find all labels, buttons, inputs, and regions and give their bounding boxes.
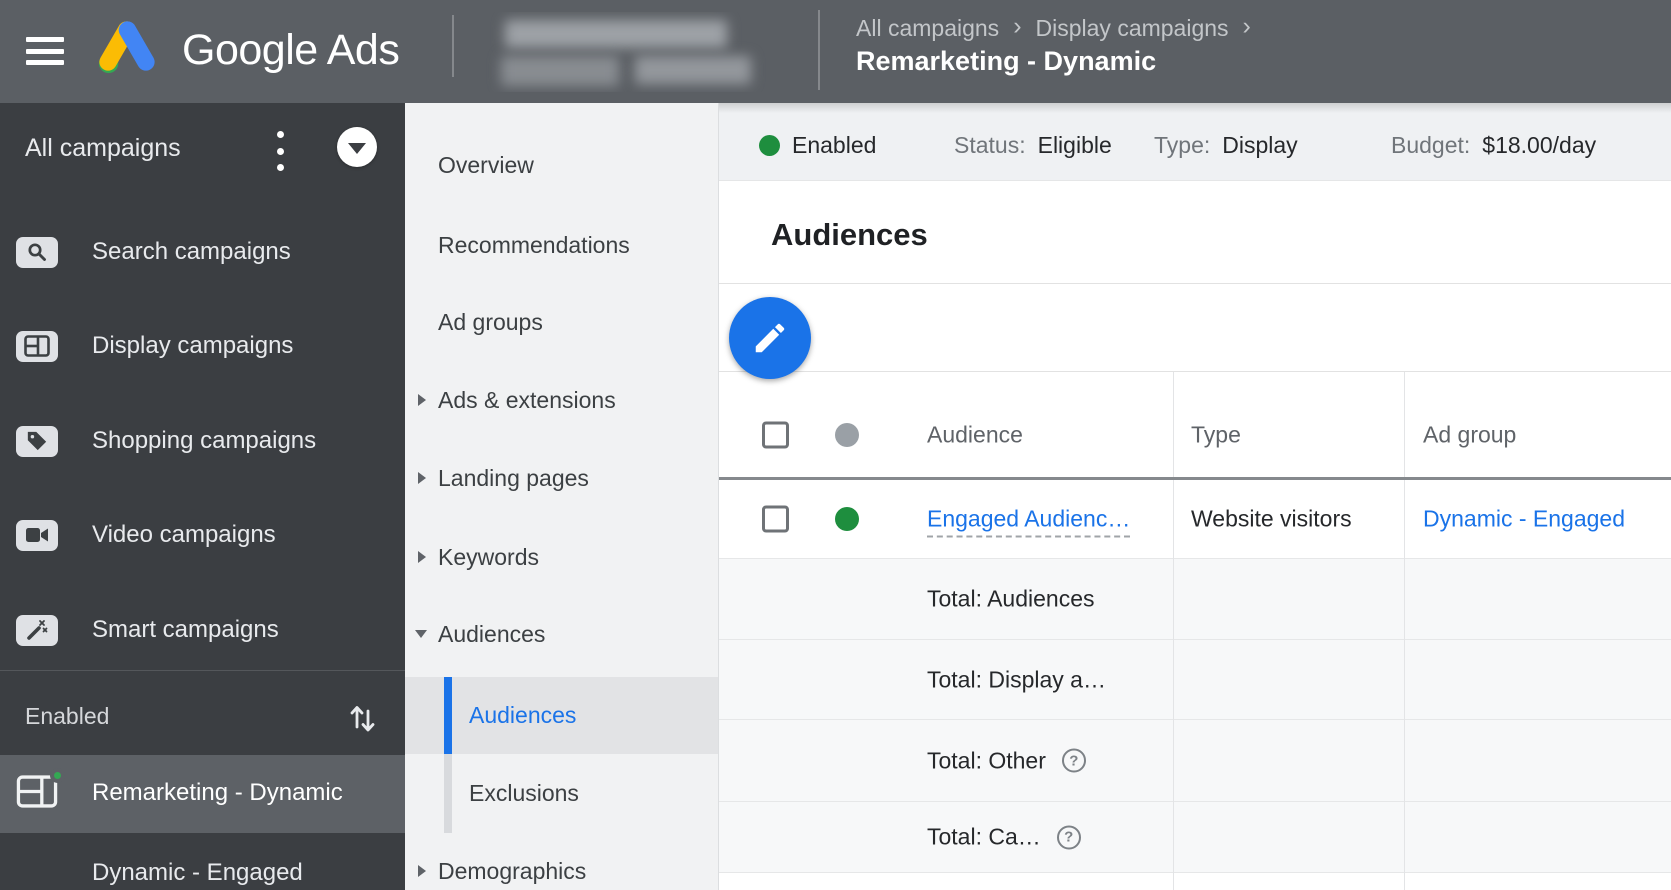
sidebar-item-video-campaigns[interactable]: Video campaigns — [0, 491, 405, 579]
caret-right-icon — [418, 865, 426, 877]
main-content: Enabled Status: Eligible Type: Display B… — [718, 103, 1671, 890]
search-icon — [16, 236, 58, 268]
top-bar: Google Ads All campaigns › Display campa… — [0, 0, 1671, 103]
campaign-type: Type: Display — [1154, 132, 1298, 158]
edit-fab-button[interactable] — [729, 297, 811, 379]
table-header-row: Audience Type Ad group — [719, 372, 1671, 477]
column-header-audience[interactable]: Audience — [927, 422, 1023, 449]
subnav-item-landing-pages[interactable]: Landing pages — [405, 439, 718, 517]
breadcrumb-current-campaign: Remarketing - Dynamic — [856, 46, 1157, 76]
breadcrumb-display-campaigns[interactable]: Display campaigns — [1036, 15, 1229, 42]
sidebar-item-search-campaigns[interactable]: Search campaigns — [0, 208, 405, 296]
product-name: Google Ads — [182, 26, 400, 74]
pencil-icon — [755, 323, 785, 353]
column-header-ad-group[interactable]: Ad group — [1423, 422, 1516, 449]
google-ads-logo-icon[interactable] — [96, 16, 158, 81]
subnav-item-ad-groups[interactable]: Ad groups — [405, 283, 718, 361]
rail — [444, 754, 452, 833]
total-row-audiences: Total: Audiences — [719, 559, 1671, 640]
campaign-status: Status: Eligible — [954, 132, 1112, 158]
selected-rail — [444, 677, 452, 754]
row-checkbox[interactable] — [762, 505, 789, 533]
sidebar-item-smart-campaigns[interactable]: Smart campaigns — [0, 586, 405, 674]
subnav-item-keywords[interactable]: Keywords — [405, 518, 718, 596]
sidebar-divider — [0, 670, 405, 671]
table-row: Engaged Audienc… Website visitors Dynami… — [719, 480, 1671, 559]
sidebar-item-shopping-campaigns[interactable]: Shopping campaigns — [0, 397, 405, 485]
collapse-panel-button[interactable] — [337, 127, 377, 167]
enabled-dot-icon — [759, 135, 780, 156]
campaign-subnav: Overview Recommendations Ad groups Ads &… — [405, 103, 718, 890]
display-layout-icon — [16, 330, 58, 362]
subnav-child-audiences[interactable]: Audiences — [405, 677, 718, 754]
account-info-redacted — [473, 12, 773, 92]
total-row-campaign: Total: Ca… ? — [719, 802, 1671, 873]
sidebar-title: All campaigns — [25, 134, 181, 162]
topbar-divider — [818, 10, 820, 90]
caret-right-icon — [418, 472, 426, 484]
breadcrumb-all-campaigns[interactable]: All campaigns — [856, 15, 999, 42]
ad-group-link[interactable]: Dynamic - Engaged — [1423, 506, 1625, 532]
more-options-icon[interactable] — [268, 127, 292, 175]
campaign-status-bar: Enabled Status: Eligible Type: Display B… — [719, 103, 1671, 181]
video-camera-icon — [16, 519, 58, 551]
help-icon[interactable]: ? — [1056, 825, 1081, 849]
subnav-child-exclusions[interactable]: Exclusions — [405, 754, 718, 833]
subnav-item-recommendations[interactable]: Recommendations — [405, 206, 718, 284]
table-toolbar: ADD FILTER — [719, 284, 1671, 538]
magic-wand-icon — [16, 614, 58, 646]
enabled-dot-icon — [835, 507, 859, 531]
audience-type-value: Website visitors — [1191, 505, 1352, 532]
sort-arrows-icon[interactable] — [347, 699, 377, 740]
adgroup-item-dynamic-engaged[interactable]: Dynamic - Engaged — [0, 833, 405, 890]
total-row-other: Total: Other ? — [719, 720, 1671, 802]
caret-right-icon — [418, 551, 426, 563]
column-divider — [1404, 372, 1405, 890]
enabled-status-badge — [50, 768, 65, 783]
breadcrumb: All campaigns › Display campaigns › Rema… — [856, 12, 1251, 77]
subnav-item-ads-extensions[interactable]: Ads & extensions — [405, 361, 718, 439]
subnav-item-demographics[interactable]: Demographics — [405, 833, 718, 890]
display-campaign-icon — [16, 768, 65, 808]
triangle-down-icon — [348, 142, 366, 154]
sidebar-item-display-campaigns[interactable]: Display campaigns — [0, 302, 405, 390]
total-row-display: Total: Display a… — [719, 640, 1671, 720]
subnav-item-audiences-parent[interactable]: Audiences — [405, 595, 718, 673]
subnav-item-overview[interactable]: Overview — [405, 126, 718, 204]
chevron-right-icon: › — [1013, 12, 1022, 40]
hamburger-menu-icon[interactable] — [26, 37, 64, 65]
page-heading-band: Audiences — [719, 181, 1671, 284]
section-label: Enabled — [25, 703, 110, 729]
price-tag-icon — [16, 425, 58, 457]
select-all-checkbox[interactable] — [762, 421, 789, 449]
help-icon[interactable]: ? — [1061, 748, 1086, 773]
campaign-item-remarketing-dynamic[interactable]: Remarketing - Dynamic — [0, 755, 405, 833]
column-header-type[interactable]: Type — [1191, 422, 1241, 449]
campaign-budget[interactable]: Budget: $18.00/day — [1391, 103, 1596, 180]
page-title: Audiences — [771, 216, 928, 252]
table-row-partial — [719, 873, 1671, 890]
caret-right-icon — [418, 394, 426, 406]
chevron-right-icon: › — [1242, 12, 1251, 40]
campaign-list-section: Enabled — [0, 677, 405, 755]
status-dot-header-icon — [835, 423, 859, 447]
column-divider — [1173, 372, 1174, 890]
audience-link[interactable]: Engaged Audienc… — [927, 505, 1131, 538]
header-divider — [719, 477, 1671, 480]
caret-down-icon — [415, 630, 427, 638]
campaign-state[interactable]: Enabled — [759, 103, 876, 180]
topbar-divider — [452, 15, 454, 77]
campaigns-sidebar: All campaigns Search campaigns Display c… — [0, 103, 405, 890]
google-ads-app: Google Ads All campaigns › Display campa… — [0, 0, 1671, 890]
